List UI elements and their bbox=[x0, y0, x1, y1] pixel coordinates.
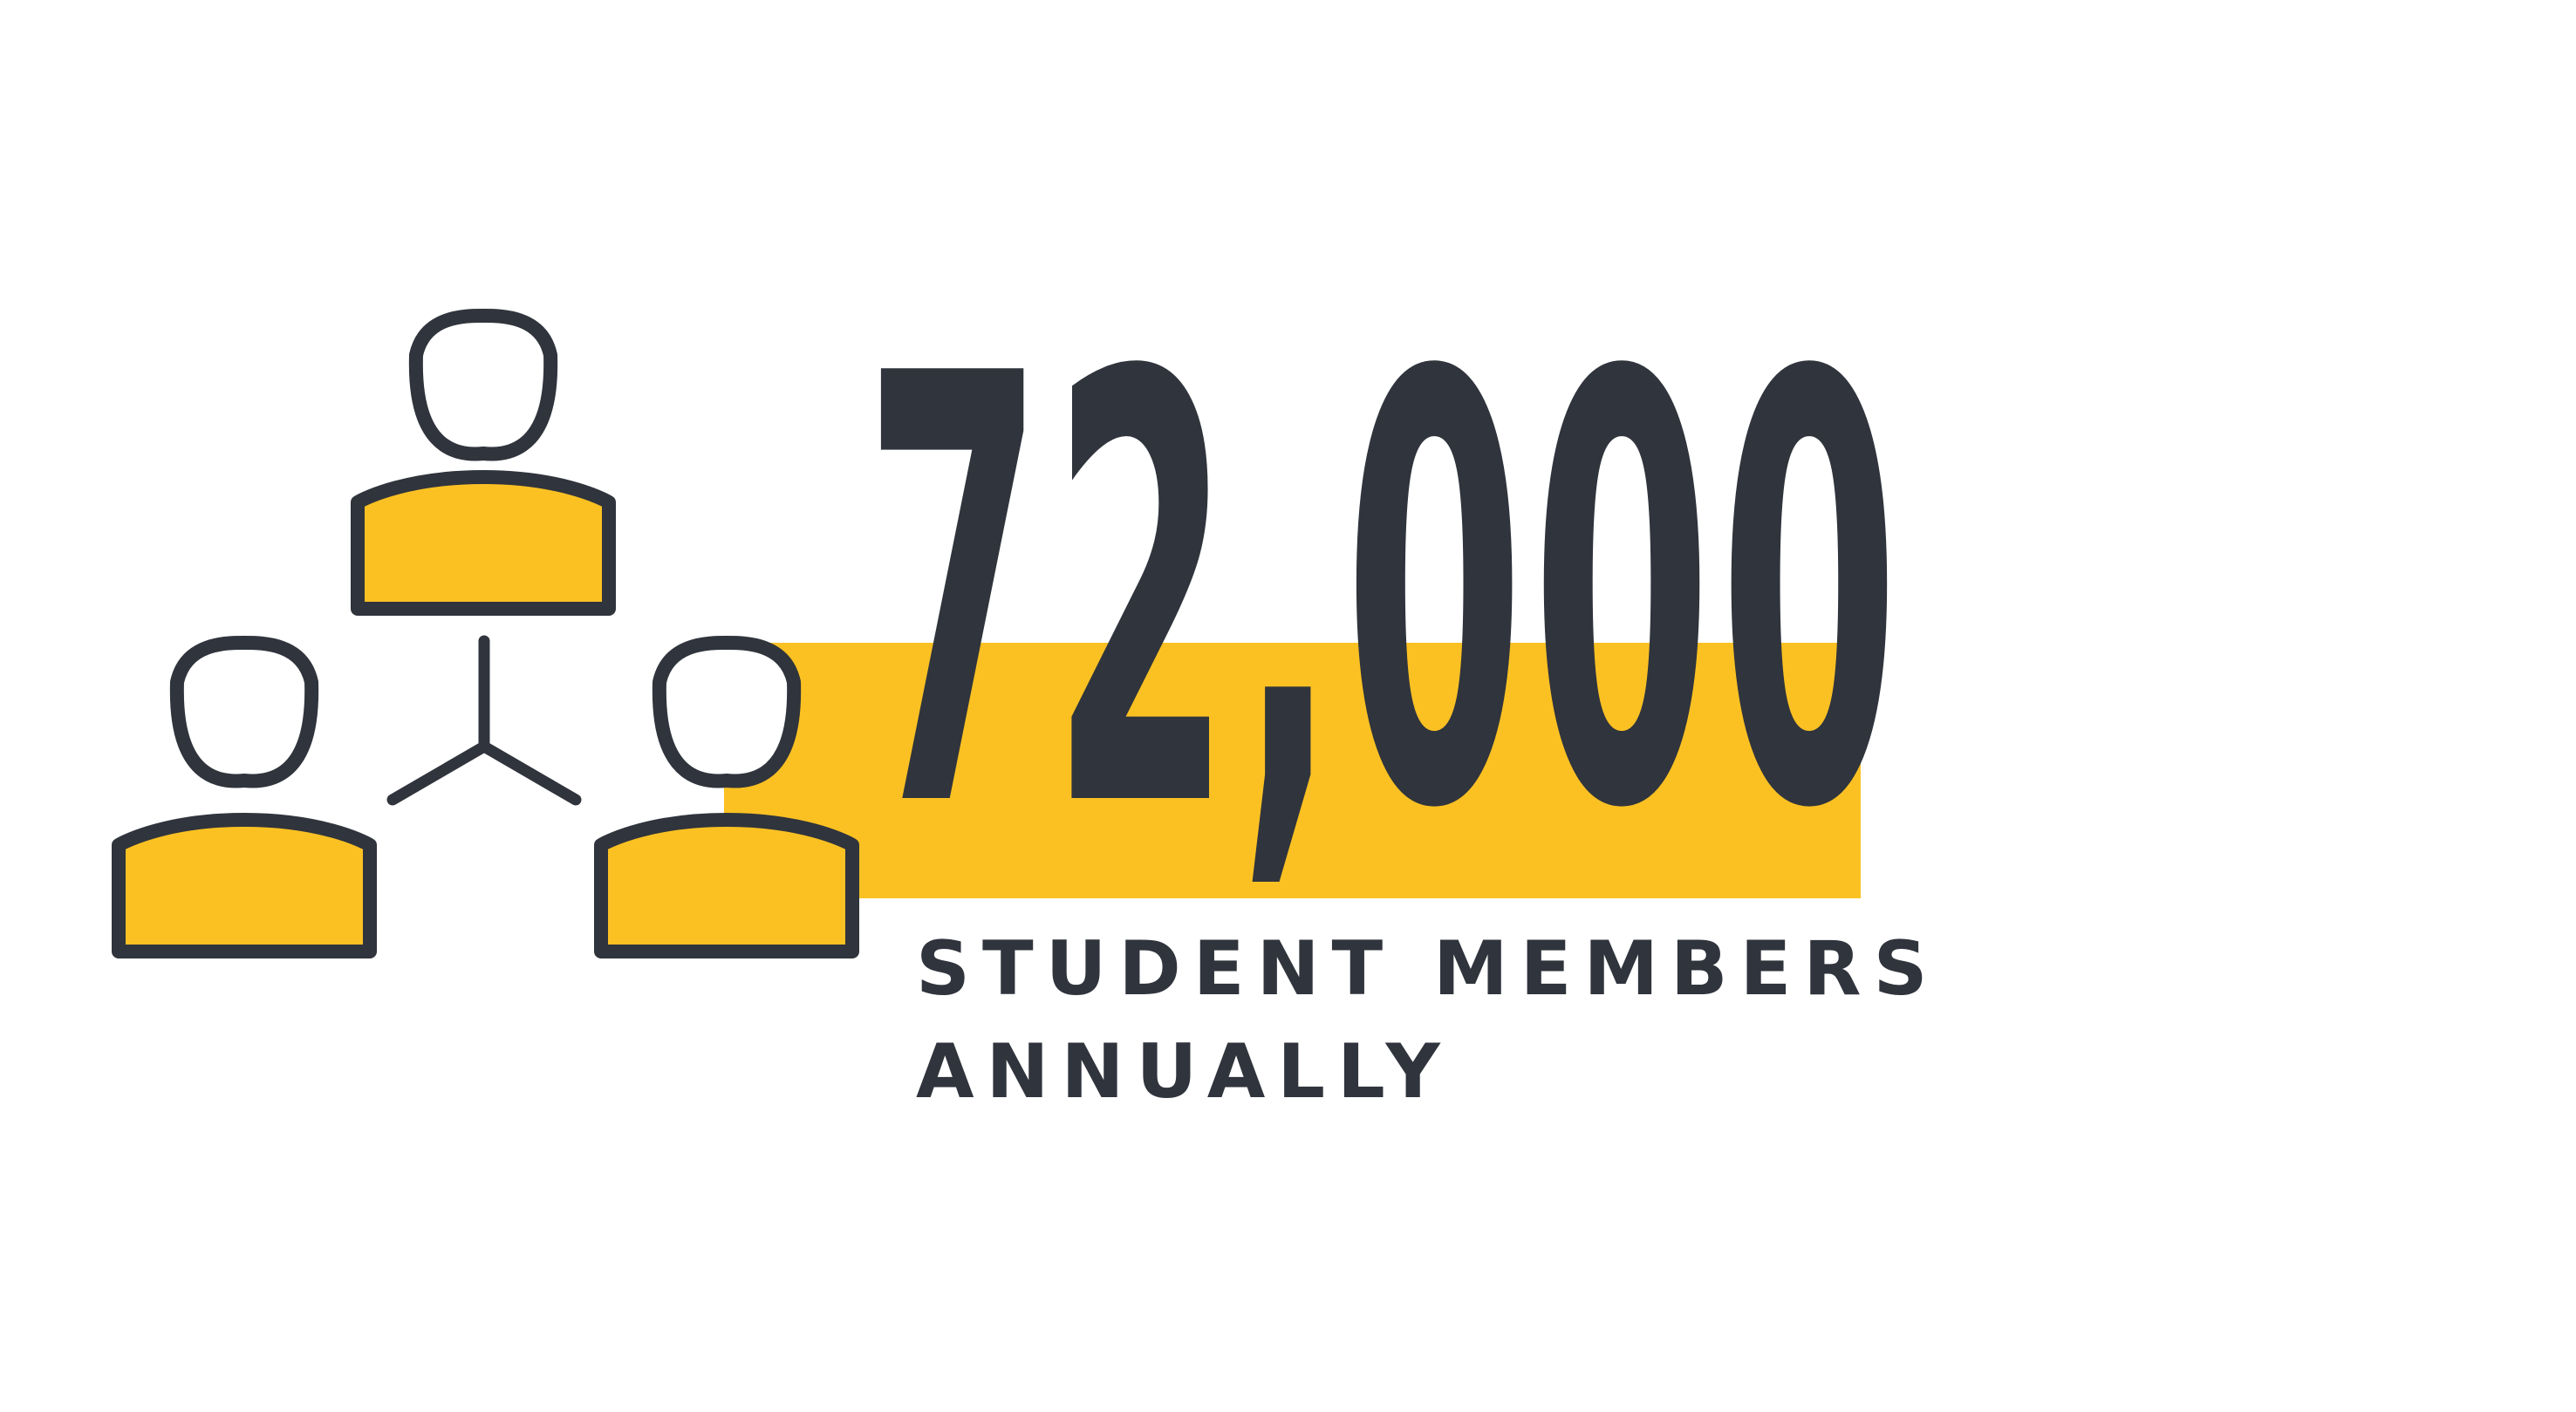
caption-line-1: STUDENT MEMBERS bbox=[916, 925, 1940, 1013]
person-icon bbox=[112, 636, 377, 958]
member-count: 72,000 bbox=[864, 252, 1907, 938]
three-people-network-icon bbox=[112, 309, 859, 958]
person-icon bbox=[594, 636, 859, 958]
caption-line-2: ANNUALLY bbox=[916, 1028, 1452, 1115]
network-connector-icon bbox=[386, 635, 582, 806]
stat-caption: STUDENT MEMBERS ANNUALLY bbox=[916, 917, 2050, 1123]
student-members-stat: 72,000 STUDENT MEMBERS ANNUALLY bbox=[0, 0, 2576, 1412]
person-icon bbox=[351, 309, 616, 616]
